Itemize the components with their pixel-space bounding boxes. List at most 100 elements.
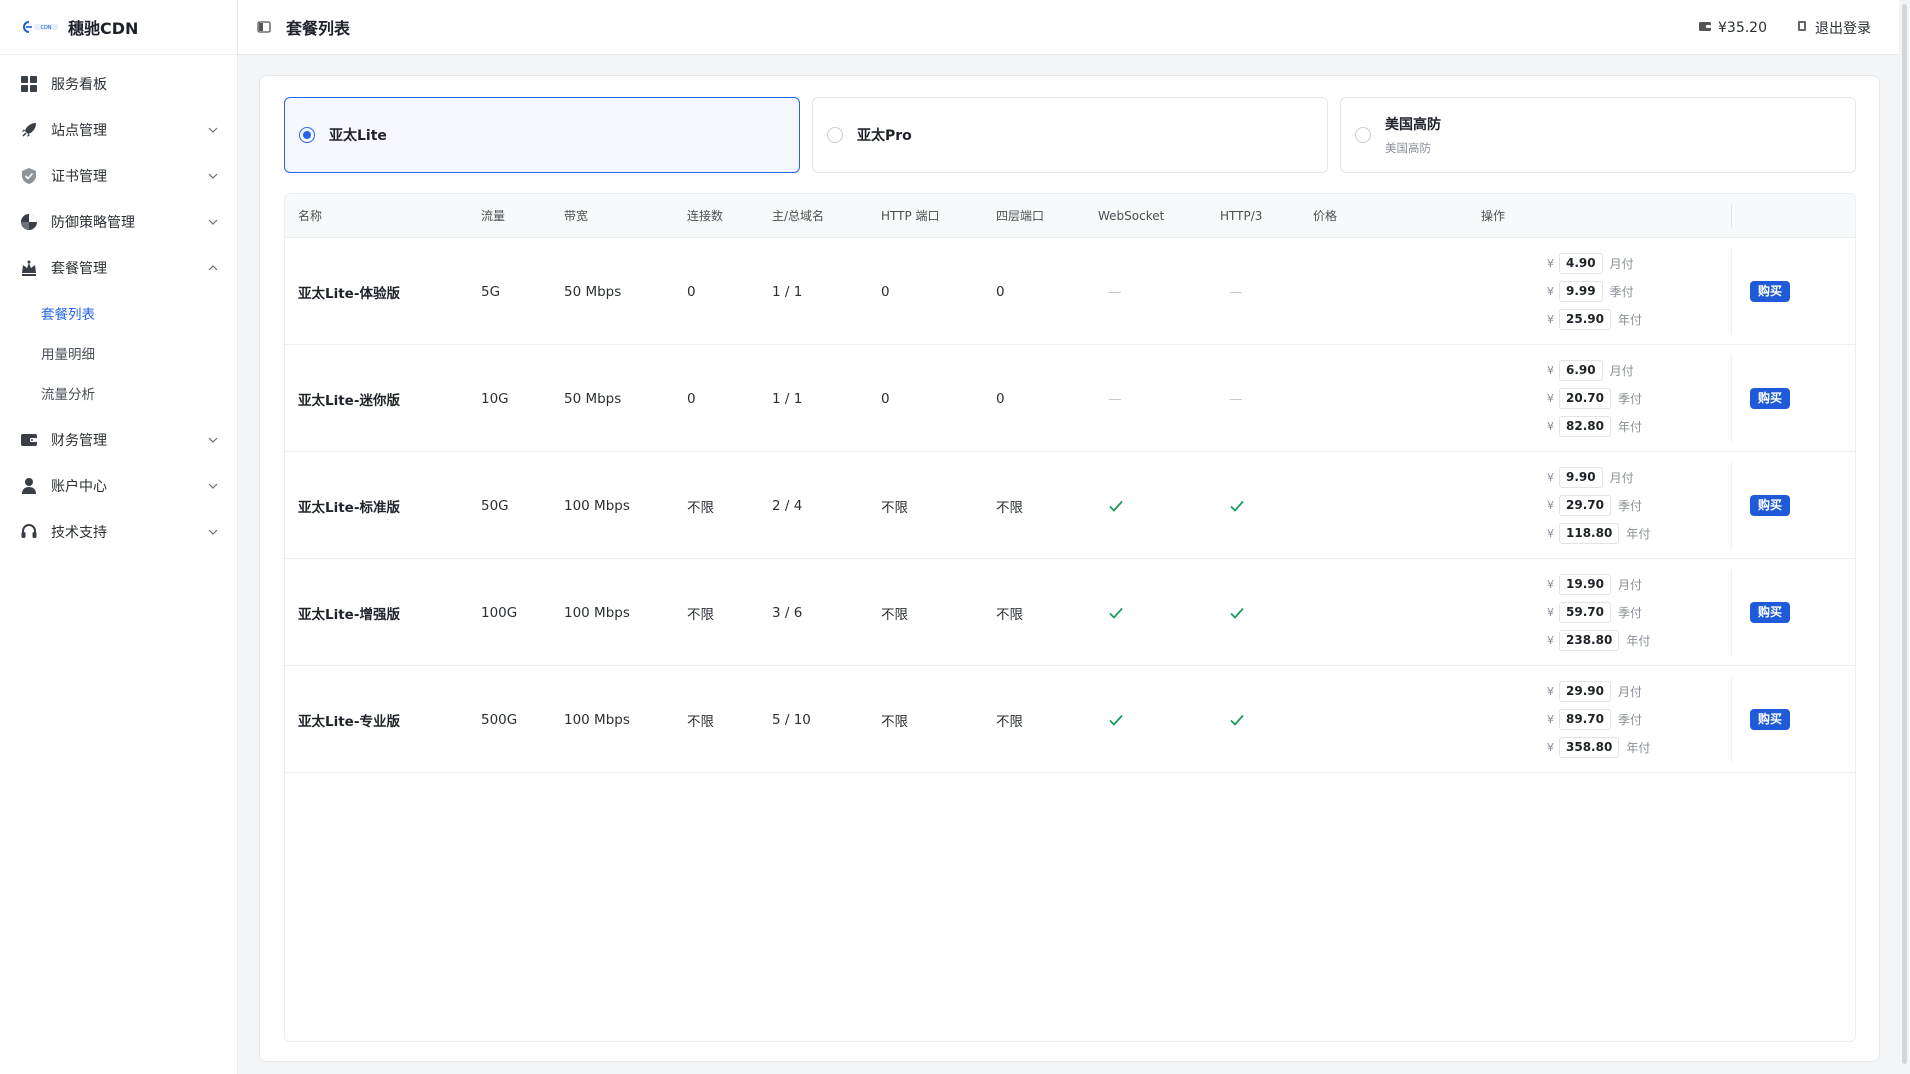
plan-name: 亚太Pro <box>857 128 912 144</box>
table-row: 亚太Lite-增强版 100G 100 Mbps 不限 3 / 6 不限 不限 ¥19.90 月… <box>285 559 1855 666</box>
price-cell: ¥19.90 月付 ¥59.70 季付 ¥238.80 年付 <box>1547 559 1650 666</box>
check-icon <box>1108 711 1126 729</box>
chevron-up-icon <box>207 262 219 274</box>
connections-cell: 不限 <box>687 499 714 516</box>
sidebar: CDN 穗驰CDN 服务看板站点管理证书管理防御策略管理 套餐管理套餐列表 用量明细… <box>0 0 238 1074</box>
sidebar-item-2[interactable]: 证书管理 <box>0 153 237 199</box>
chevron-down-icon <box>207 170 219 182</box>
traffic-cell: 100G <box>481 604 518 621</box>
currency-symbol: ¥ <box>1547 364 1554 377</box>
scrollbar-thumb[interactable] <box>1902 4 1907 1064</box>
logout-button[interactable]: 退出登录 <box>1797 18 1871 38</box>
name-cell: 亚太Lite-迷你版 <box>298 392 400 409</box>
currency-symbol: ¥ <box>1547 741 1554 754</box>
defense-icon <box>19 212 39 232</box>
sidebar-item-3[interactable]: 防御策略管理 <box>0 199 237 245</box>
sidebar-item-7[interactable]: 技术支持 <box>0 509 237 555</box>
price-line: ¥82.80 年付 <box>1547 415 1642 438</box>
sidebar-item-1[interactable]: 站点管理 <box>0 107 237 153</box>
sidebar-item-4[interactable]: 套餐管理 <box>0 245 237 291</box>
submenu-item-0[interactable]: 套餐列表 <box>0 293 237 333</box>
check-icon <box>1108 497 1126 515</box>
http_ports-cell: 不限 <box>881 499 908 516</box>
sidebar-item-6[interactable]: 账户中心 <box>0 463 237 509</box>
buy-button[interactable]: 购买 <box>1750 388 1791 409</box>
currency-symbol: ¥ <box>1547 499 1554 512</box>
plan-subtitle: 美国高防 <box>1385 141 1431 155</box>
logout-icon <box>1797 20 1809 36</box>
radio-button[interactable] <box>1355 127 1371 143</box>
domains-cell: 1 / 1 <box>772 390 803 407</box>
bandwidth-cell: 100 Mbps <box>564 604 630 621</box>
bandwidth-cell: 100 Mbps <box>564 711 630 728</box>
crown-icon <box>19 258 39 278</box>
price-period: 年付 <box>1626 634 1651 648</box>
price-cell: ¥9.90 月付 ¥29.70 季付 ¥118.80 年付 <box>1547 452 1650 559</box>
sidebar-item-label: 服务看板 <box>51 77 107 93</box>
user-icon <box>19 476 39 496</box>
sidebar-item-label: 套餐管理 <box>51 261 107 277</box>
buy-button[interactable]: 购买 <box>1750 602 1791 623</box>
plan-text: 美国高防 美国高防 <box>1385 114 1441 156</box>
sidebar-item-label: 技术支持 <box>51 525 107 541</box>
domains-cell: 3 / 6 <box>772 604 803 621</box>
plan-text: 亚太Lite <box>329 125 387 145</box>
dashboard-icon <box>19 74 39 94</box>
radio-button[interactable] <box>299 127 315 143</box>
sidebar-item-label: 防御策略管理 <box>51 215 135 231</box>
sidebar-item-label: 站点管理 <box>51 123 107 139</box>
connections-cell: 0 <box>687 283 696 300</box>
currency-symbol: ¥ <box>1547 527 1554 540</box>
l4_ports-cell: 不限 <box>996 713 1023 730</box>
http3-cell <box>1229 666 1247 773</box>
brand-logo-icon: CDN <box>22 20 60 34</box>
radio-button[interactable] <box>827 127 843 143</box>
balance-button[interactable]: ¥35.20 <box>1698 20 1767 36</box>
page-scrollbar[interactable] <box>1899 0 1910 1074</box>
column-header: WebSocket <box>1098 209 1165 223</box>
plan-text: 亚太Pro <box>857 125 912 145</box>
column-header: 四层端口 <box>996 209 1045 223</box>
column-header: 主/总域名 <box>772 209 825 223</box>
currency-symbol: ¥ <box>1547 392 1554 405</box>
plan-option-0[interactable]: 亚太Lite <box>284 97 800 173</box>
plan-name: 美国高防 <box>1385 117 1441 133</box>
currency-symbol: ¥ <box>1547 420 1554 433</box>
websocket-cell <box>1108 559 1126 666</box>
brand[interactable]: CDN 穗驰CDN <box>0 0 237 55</box>
price-period: 季付 <box>1617 713 1642 727</box>
price-value: 9.99 <box>1559 281 1603 302</box>
price-value: 358.80 <box>1559 737 1620 758</box>
column-header: 带宽 <box>564 209 589 223</box>
price-line: ¥9.90 月付 <box>1547 466 1650 489</box>
plan-option-2[interactable]: 美国高防 美国高防 <box>1340 97 1856 173</box>
buy-button[interactable]: 购买 <box>1750 281 1791 302</box>
column-header: HTTP 端口 <box>881 209 940 223</box>
l4_ports-cell: 0 <box>996 390 1005 407</box>
table-row: 亚太Lite-标准版 50G 100 Mbps 不限 2 / 4 不限 不限 ¥9.90 月付 ¥… <box>285 452 1855 559</box>
price-value: 9.90 <box>1559 467 1603 488</box>
submenu-item-1[interactable]: 用量明细 <box>0 333 237 373</box>
price-value: 4.90 <box>1559 253 1603 274</box>
price-value: 6.90 <box>1559 360 1603 381</box>
headset-icon <box>19 522 39 542</box>
column-divider <box>1731 205 1732 227</box>
price-line: ¥4.90 月付 <box>1547 252 1642 275</box>
check-icon <box>1229 497 1247 515</box>
price-value: 19.90 <box>1559 574 1611 595</box>
check-icon <box>1229 604 1247 622</box>
buy-button[interactable]: 购买 <box>1750 709 1791 730</box>
submenu-item-2[interactable]: 流量分析 <box>0 373 237 413</box>
plan-selector: 亚太Lite 亚太Pro 美国高防 美国高防 <box>284 97 1856 173</box>
wallet-icon <box>19 430 39 450</box>
sidebar-item-5[interactable]: 财务管理 <box>0 417 237 463</box>
column-header: 连接数 <box>687 209 724 223</box>
sidebar-toggle-icon[interactable] <box>256 19 272 35</box>
plan-table: 名称 流量 带宽 连接数 主/总域名 HTTP 端口 四层端口 WebSocket HTTP/3… <box>284 193 1856 1042</box>
sidebar-item-0[interactable]: 服务看板 <box>0 61 237 107</box>
plan-option-1[interactable]: 亚太Pro <box>812 97 1328 173</box>
price-value: 118.80 <box>1559 523 1620 544</box>
table-row: 亚太Lite-专业版 500G 100 Mbps 不限 5 / 10 不限 不限 ¥29.90… <box>285 666 1855 773</box>
chevron-down-icon <box>207 124 219 136</box>
buy-button[interactable]: 购买 <box>1750 495 1791 516</box>
